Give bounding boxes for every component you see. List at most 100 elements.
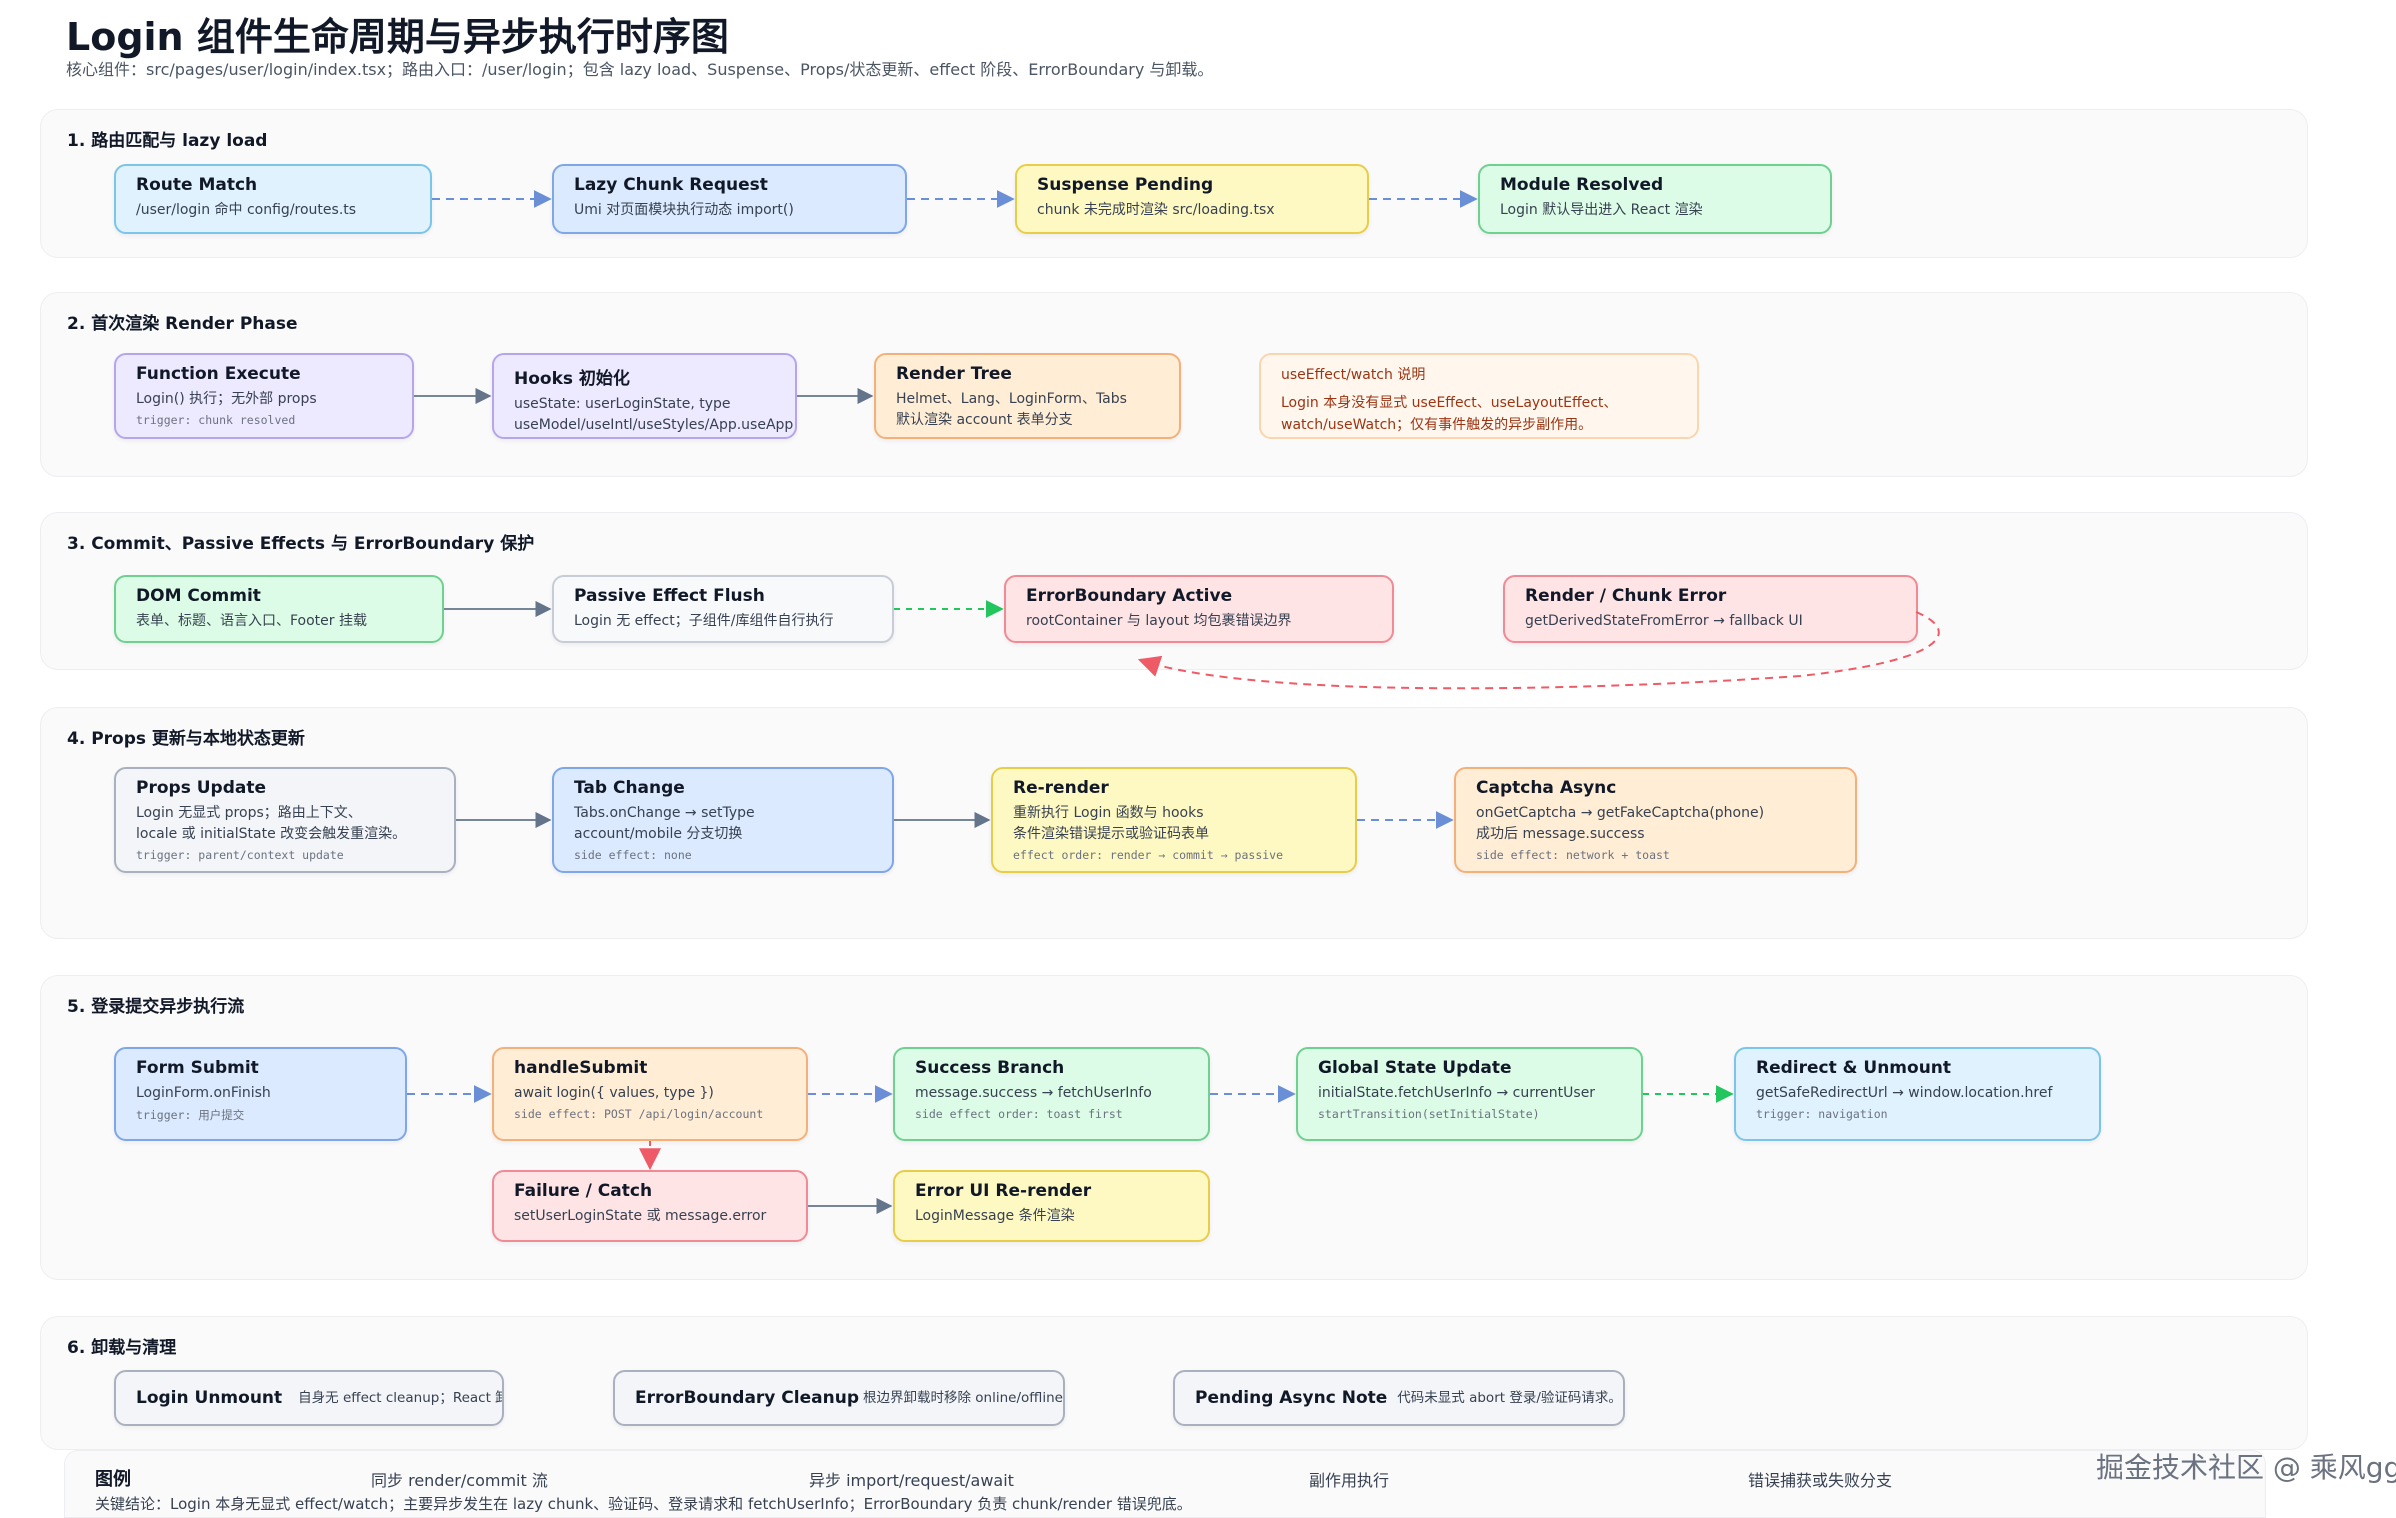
node-title: Redirect & Unmount — [1756, 1058, 1952, 1078]
node-suspense-pending: Suspense Pending chunk 未完成时渲染 src/loadin… — [1015, 164, 1369, 234]
legend: 图例 同步 render/commit 流 异步 import/request/… — [64, 1450, 2266, 1518]
node-desc: onGetCaptcha → getFakeCaptcha(phone) 成功后… — [1476, 803, 1835, 845]
node-transition: startTransition(setInitialState) — [1318, 1107, 1540, 1121]
node-form-submit: Form Submit LoginForm.onFinish trigger: … — [114, 1047, 407, 1141]
page-subtitle: 核心组件：src/pages/user/login/index.tsx；路由入口… — [66, 60, 1214, 79]
node-title: Failure / Catch — [514, 1181, 653, 1201]
node-desc: Login() 执行；无外部 props — [136, 391, 317, 407]
node-desc: /user/login 命中 config/routes.ts — [136, 202, 357, 218]
node-hooks-init: Hooks 初始化 useState: userLoginState, type… — [492, 353, 797, 439]
node-desc: getDerivedStateFromError → fallback UI — [1525, 613, 1803, 629]
node-desc: Login 默认导出进入 React 渲染 — [1500, 202, 1703, 218]
node-title: Success Branch — [915, 1058, 1065, 1078]
node-side-effect: side effect order: toast first — [915, 1107, 1123, 1121]
node-title: Captcha Async — [1476, 778, 1617, 798]
node-failure-catch: Failure / Catch setUserLoginState 或 mess… — [492, 1170, 808, 1242]
node-title: Passive Effect Flush — [574, 586, 765, 606]
node-desc: LoginForm.onFinish — [136, 1085, 271, 1101]
node-dom-commit: DOM Commit 表单、标题、语言入口、Footer 挂载 — [114, 575, 444, 643]
legend-label-sync: 同步 render/commit 流 — [371, 1471, 548, 1490]
node-title: Render Tree — [896, 364, 1012, 384]
node-title: Module Resolved — [1500, 175, 1664, 195]
node-lazy-chunk-request: Lazy Chunk Request Umi 对页面模块执行动态 import(… — [552, 164, 907, 234]
node-title: Pending Async Note — [1195, 1388, 1388, 1408]
node-side-effect: side effect: POST /api/login/account — [514, 1107, 764, 1121]
page-title: Login 组件生命周期与异步执行时序图 — [66, 15, 729, 59]
node-module-resolved: Module Resolved Login 默认导出进入 React 渲染 — [1478, 164, 1832, 234]
legend-label-async: 异步 import/request/await — [809, 1471, 1014, 1490]
node-desc: Umi 对页面模块执行动态 import() — [574, 202, 794, 218]
node-desc: Login 无 effect；子组件/库组件自行执行 — [574, 613, 834, 629]
node-desc: 代码未显式 abort 登录/验证码请求。 — [1397, 1389, 1622, 1406]
node-render-chunk-error: Render / Chunk Error getDerivedStateFrom… — [1503, 575, 1918, 643]
node-desc: initialState.fetchUserInfo → currentUser — [1318, 1085, 1596, 1101]
node-desc: LoginMessage 条件渲染 — [915, 1208, 1075, 1224]
node-desc-line: onGetCaptcha → getFakeCaptcha(phone) — [1476, 805, 1765, 821]
node-desc-line: account/mobile 分支切换 — [574, 826, 743, 842]
node-desc: 自身无 effect cleanup；React 卸载表单子树。 — [298, 1389, 502, 1406]
node-desc: rootContainer 与 layout 均包裹错误边界 — [1026, 613, 1292, 629]
node-trigger: trigger: chunk resolved — [136, 413, 296, 427]
node-title: Tab Change — [574, 778, 685, 798]
node-trigger: trigger: parent/context update — [136, 848, 344, 862]
node-title: ErrorBoundary Active — [1026, 586, 1233, 606]
node-trigger: trigger: 用户提交 — [136, 1108, 245, 1122]
node-errorboundary-active: ErrorBoundary Active rootContainer 与 lay… — [1004, 575, 1394, 643]
node-title: Form Submit — [136, 1058, 259, 1078]
node-success-branch: Success Branch message.success → fetchUs… — [893, 1047, 1210, 1141]
node-desc-line: Tabs.onChange → setType — [574, 805, 755, 821]
node-desc-line: 成功后 message.success — [1476, 826, 1645, 842]
node-captcha-async: Captcha Async onGetCaptcha → getFakeCapt… — [1454, 767, 1857, 873]
node-desc: useState: userLoginState, type useModel/… — [514, 394, 794, 436]
node-passive-effect-flush: Passive Effect Flush Login 无 effect；子组件/… — [552, 575, 894, 643]
node-tab-change: Tab Change Tabs.onChange → setType accou… — [552, 767, 894, 873]
section-title: 6. 卸载与清理 — [67, 1338, 177, 1358]
legend-conclusion: 关键结论：Login 本身无显式 effect/watch；主要异步发生在 la… — [95, 1495, 1192, 1513]
node-desc: setUserLoginState 或 message.error — [514, 1208, 767, 1224]
node-title: handleSubmit — [514, 1058, 648, 1078]
node-title: DOM Commit — [136, 586, 261, 606]
node-title: Lazy Chunk Request — [574, 175, 768, 195]
note-title: useEffect/watch 说明 — [1281, 367, 1426, 383]
node-desc-line: 重新执行 Login 函数与 hooks — [1013, 805, 1204, 821]
node-desc-line: useModel/useIntl/useStyles/App.useApp — [514, 417, 794, 433]
node-title: Suspense Pending — [1037, 175, 1214, 195]
node-trigger: trigger: navigation — [1756, 1107, 1888, 1121]
section-title: 5. 登录提交异步执行流 — [67, 997, 245, 1017]
node-desc: 重新执行 Login 函数与 hooks 条件渲染错误提示或验证码表单 — [1013, 803, 1335, 845]
note-desc: Login 本身没有显式 useEffect、useLayoutEffect、 … — [1281, 392, 1677, 436]
node-title: Function Execute — [136, 364, 301, 384]
node-route-match: Route Match /user/login 命中 config/routes… — [114, 164, 432, 234]
legend-label-error: 错误捕获或失败分支 — [1748, 1471, 1893, 1490]
node-render-tree: Render Tree Helmet、Lang、LoginForm、Tabs 默… — [874, 353, 1181, 439]
node-desc-line: useState: userLoginState, type — [514, 396, 731, 412]
section-title: 1. 路由匹配与 lazy load — [67, 131, 268, 151]
node-title: Route Match — [136, 175, 258, 195]
node-props-update: Props Update Login 无显式 props；路由上下文、 loca… — [114, 767, 456, 873]
node-error-ui-rerender: Error UI Re-render LoginMessage 条件渲染 — [893, 1170, 1210, 1242]
node-desc: Login 无显式 props；路由上下文、 locale 或 initialS… — [136, 803, 434, 845]
node-title: Hooks 初始化 — [514, 369, 630, 389]
node-desc: chunk 未完成时渲染 src/loading.tsx — [1037, 202, 1275, 218]
node-side-effect: side effect: network + toast — [1476, 848, 1670, 862]
node-global-state-update: Global State Update initialState.fetchUs… — [1296, 1047, 1643, 1141]
node-function-execute: Function Execute Login() 执行；无外部 props tr… — [114, 353, 414, 439]
note-line: Login 本身没有显式 useEffect、useLayoutEffect、 — [1281, 395, 1618, 411]
node-title: ErrorBoundary Cleanup — [635, 1388, 859, 1408]
node-title: Error UI Re-render — [915, 1181, 1092, 1201]
node-title: Login Unmount — [136, 1388, 283, 1408]
node-desc: Helmet、Lang、LoginForm、Tabs 默认渲染 account … — [896, 389, 1159, 431]
node-pending-async-note: Pending Async Note 代码未显式 abort 登录/验证码请求。 — [1173, 1370, 1625, 1426]
node-desc: await login({ values, type }) — [514, 1085, 714, 1101]
node-desc-line: Helmet、Lang、LoginForm、Tabs — [896, 391, 1127, 407]
node-desc-line: locale 或 initialState 改变会触发重渲染。 — [136, 826, 407, 842]
legend-title: 图例 — [95, 1469, 131, 1490]
note-line: watch/useWatch；仅有事件触发的异步副作用。 — [1281, 417, 1593, 433]
section-title: 2. 首次渲染 Render Phase — [67, 314, 298, 334]
node-desc-line: 条件渲染错误提示或验证码表单 — [1013, 826, 1209, 842]
node-redirect-unmount: Redirect & Unmount getSafeRedirectUrl → … — [1734, 1047, 2101, 1141]
node-login-unmount: Login Unmount 自身无 effect cleanup；React 卸… — [114, 1370, 504, 1426]
node-re-render: Re-render 重新执行 Login 函数与 hooks 条件渲染错误提示或… — [991, 767, 1357, 873]
node-desc: 根边界卸载时移除 online/offline listeners。 — [863, 1389, 1063, 1406]
node-title: Re-render — [1013, 778, 1109, 798]
